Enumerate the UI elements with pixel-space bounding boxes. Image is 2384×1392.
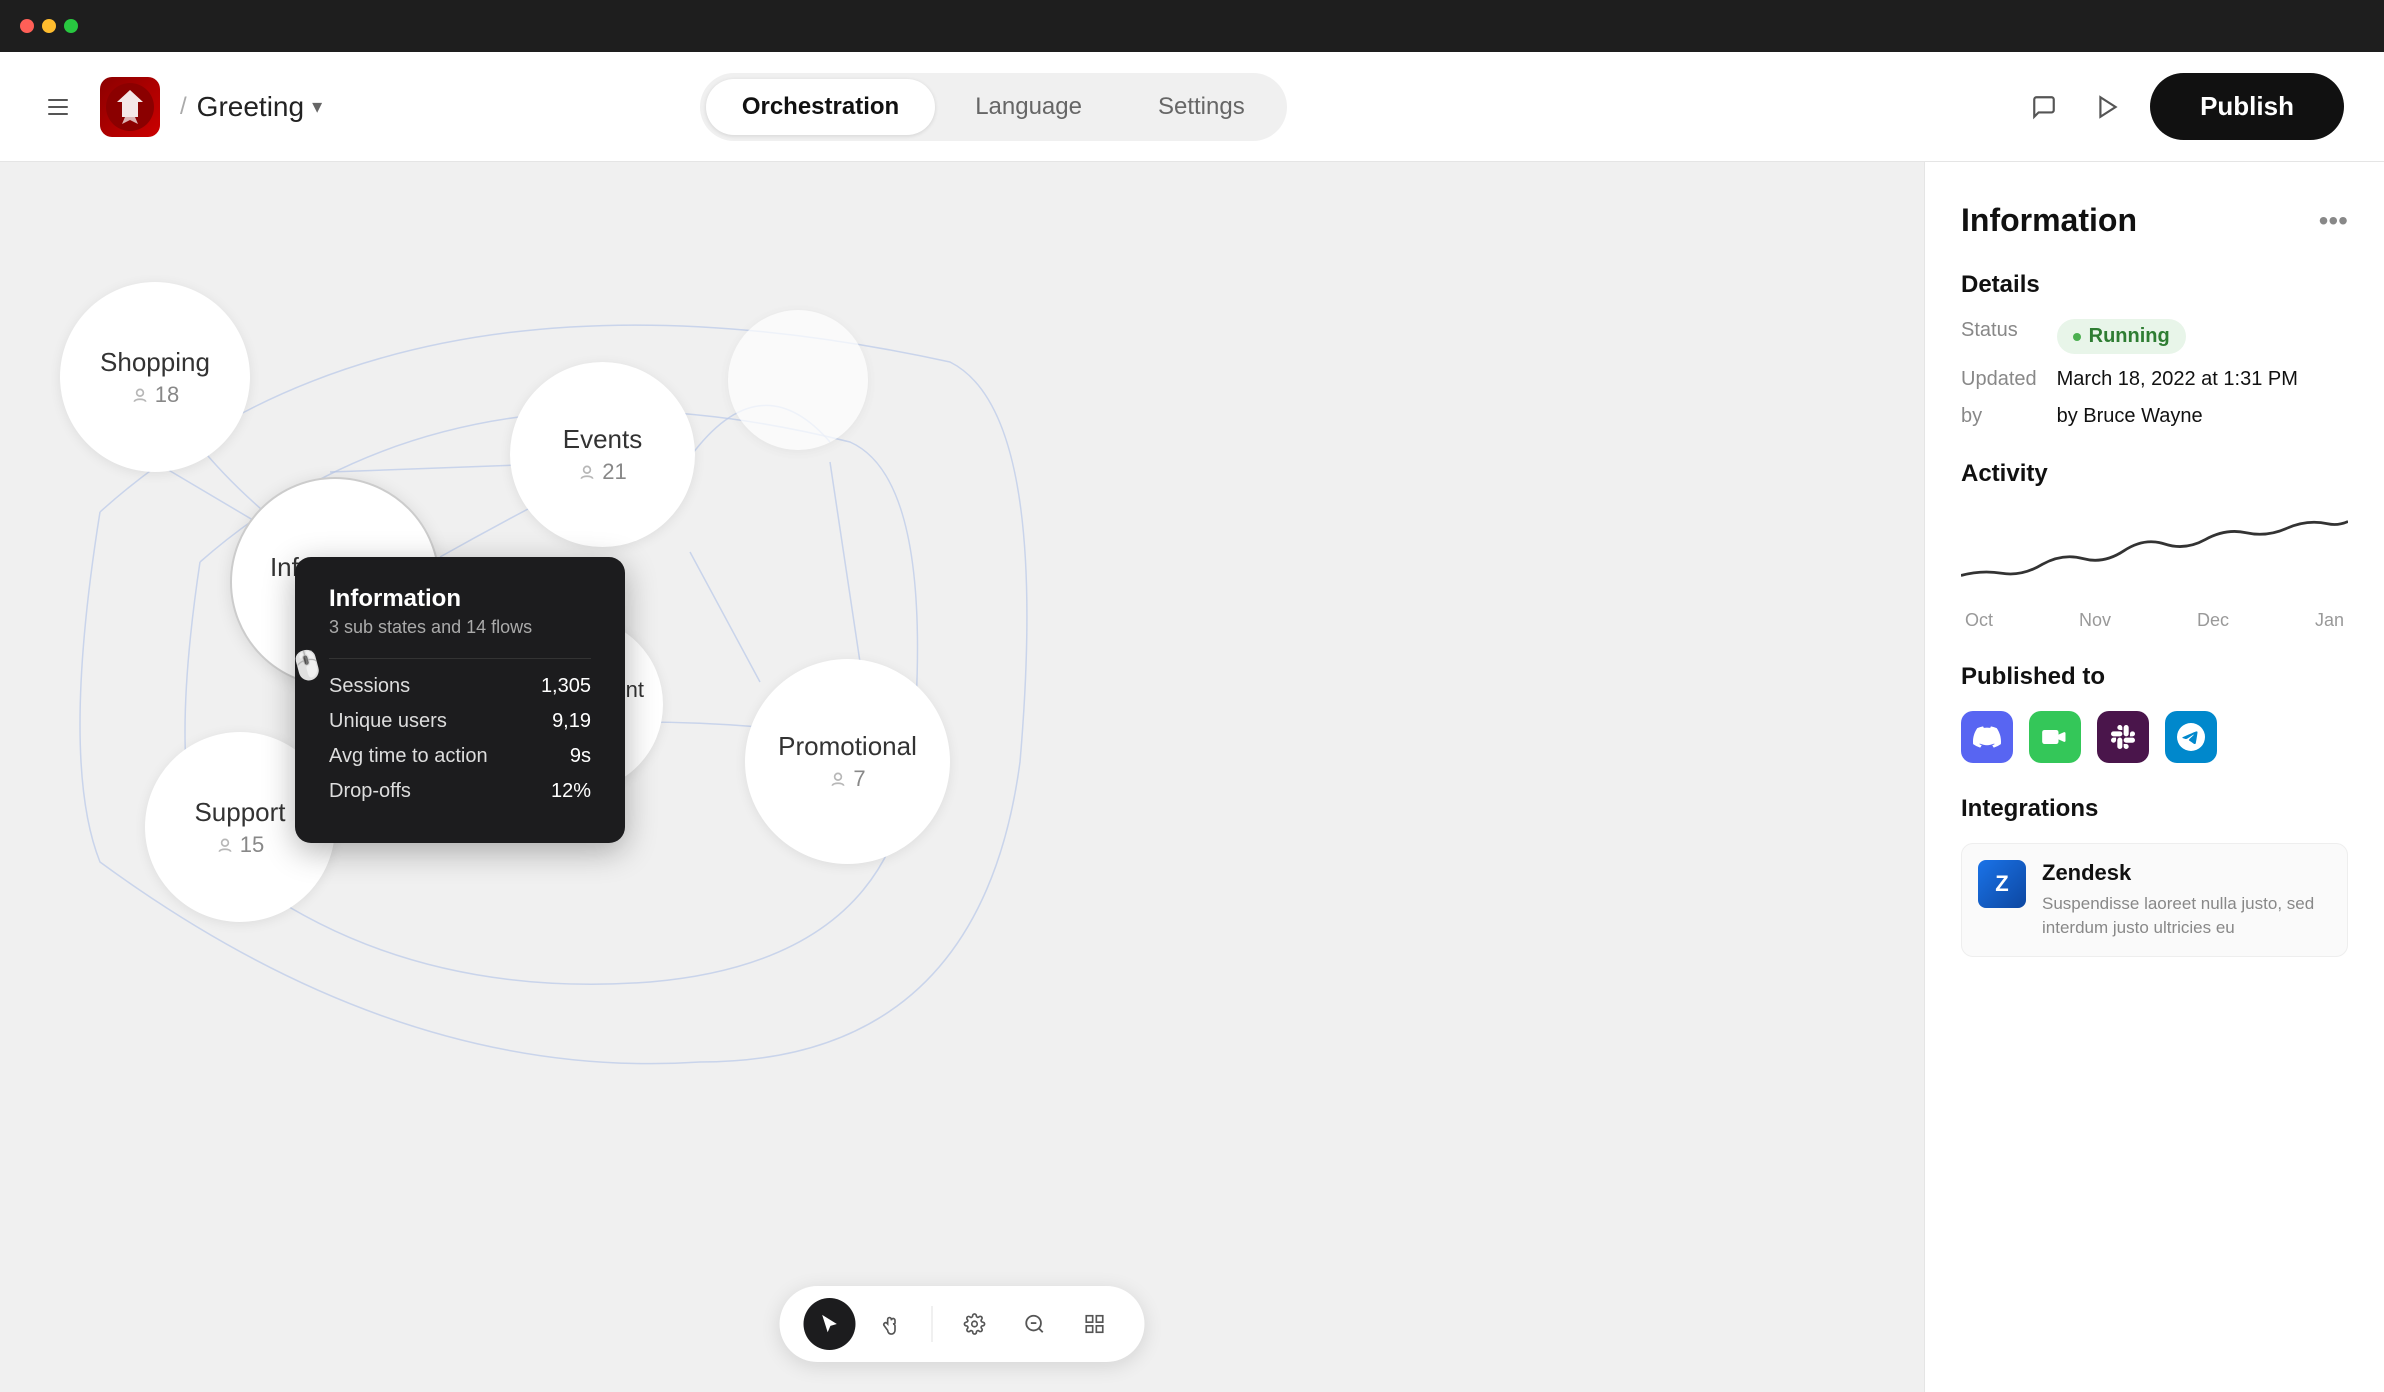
main-content: .conn { fill: none; stroke: #b8c8e8; str… bbox=[0, 162, 2384, 1392]
tooltip-sessions-value: 1,305 bbox=[541, 675, 591, 698]
hand-tool-button[interactable] bbox=[864, 1298, 916, 1350]
integrations-section-title: Integrations bbox=[1961, 795, 2348, 823]
node-support-count: 15 bbox=[216, 832, 264, 858]
status-value: Running bbox=[2057, 319, 2348, 354]
by-value: by Bruce Wayne bbox=[2057, 405, 2348, 428]
telegram-icon[interactable] bbox=[2165, 711, 2217, 763]
status-badge: Running bbox=[2057, 319, 2186, 354]
by-label: by bbox=[1961, 405, 2037, 428]
activity-section-title: Activity bbox=[1961, 460, 2348, 488]
tooltip-avgtime-label: Avg time to action bbox=[329, 745, 488, 768]
tooltip-title: Information bbox=[329, 585, 591, 613]
node-shopping[interactable]: Shopping 18 bbox=[60, 282, 250, 472]
chat-button[interactable] bbox=[2022, 85, 2066, 129]
close-dot[interactable] bbox=[20, 19, 34, 33]
breadcrumb-separator: / bbox=[180, 93, 187, 121]
project-name: Greeting bbox=[197, 91, 304, 123]
chart-labels: Oct Nov Dec Jan bbox=[1961, 610, 2348, 631]
toolbar-divider bbox=[932, 1306, 933, 1342]
node-tooltip: Information 3 sub states and 14 flows Se… bbox=[295, 557, 625, 843]
tab-orchestration[interactable]: Orchestration bbox=[706, 79, 935, 135]
discord-icon[interactable] bbox=[1961, 711, 2013, 763]
chart-label-jan: Jan bbox=[2315, 610, 2344, 631]
activity-section: Activity Oct Nov Dec Jan bbox=[1961, 460, 2348, 631]
tooltip-divider bbox=[329, 658, 591, 659]
window-controls bbox=[20, 19, 78, 33]
node-shopping-count: 18 bbox=[131, 382, 179, 408]
node-promotional-label: Promotional bbox=[778, 731, 917, 762]
node-events[interactable]: Events 21 bbox=[510, 362, 695, 547]
tooltip-row-dropoffs: Drop-offs 12% bbox=[329, 780, 591, 803]
app: / Greeting ▾ Orchestration Language Sett… bbox=[0, 52, 2384, 1392]
hamburger-line bbox=[48, 99, 68, 101]
status-dot bbox=[2073, 333, 2081, 341]
tab-settings[interactable]: Settings bbox=[1122, 79, 1281, 135]
panel-title: Information bbox=[1961, 202, 2137, 239]
updated-label: Updated bbox=[1961, 368, 2037, 391]
chart-label-oct: Oct bbox=[1965, 610, 1993, 631]
chart-label-dec: Dec bbox=[2197, 610, 2229, 631]
breadcrumb-current[interactable]: Greeting ▾ bbox=[197, 91, 322, 123]
node-promotional-count: 7 bbox=[829, 766, 865, 792]
settings-tool-button[interactable] bbox=[949, 1298, 1001, 1350]
node-extra[interactable] bbox=[728, 310, 868, 450]
hamburger-line bbox=[48, 106, 68, 108]
right-panel: Information ••• Details Status Running U… bbox=[1924, 162, 2384, 1392]
bottom-toolbar bbox=[780, 1286, 1145, 1362]
minimize-dot[interactable] bbox=[42, 19, 56, 33]
tooltip-users-label: Unique users bbox=[329, 710, 447, 733]
breadcrumb: / Greeting ▾ bbox=[180, 91, 322, 123]
nav-tabs: Orchestration Language Settings bbox=[700, 73, 1287, 141]
updated-value: March 18, 2022 at 1:31 PM bbox=[2057, 368, 2348, 391]
tooltip-avgtime-value: 9s bbox=[570, 745, 591, 768]
details-grid: Status Running Updated March 18, 2022 at… bbox=[1961, 319, 2348, 428]
titlebar bbox=[0, 0, 2384, 52]
tooltip-users-value: 9,19 bbox=[552, 710, 591, 733]
status-label: Status bbox=[1961, 319, 2037, 354]
tooltip-dropoffs-value: 12% bbox=[551, 780, 591, 803]
maximize-dot[interactable] bbox=[64, 19, 78, 33]
node-promotional[interactable]: Promotional 7 bbox=[745, 659, 950, 864]
details-section-title: Details bbox=[1961, 271, 2348, 299]
chevron-down-icon: ▾ bbox=[312, 94, 322, 119]
canvas[interactable]: .conn { fill: none; stroke: #b8c8e8; str… bbox=[0, 162, 1924, 1392]
header: / Greeting ▾ Orchestration Language Sett… bbox=[0, 52, 2384, 162]
panel-header: Information ••• bbox=[1961, 202, 2348, 239]
published-section-title: Published to bbox=[1961, 663, 2348, 691]
zendesk-logo: Z bbox=[1978, 860, 2026, 908]
tooltip-row-users: Unique users 9,19 bbox=[329, 710, 591, 733]
integration-desc: Suspendisse laoreet nulla justo, sed int… bbox=[2042, 892, 2331, 940]
facetime-icon[interactable] bbox=[2029, 711, 2081, 763]
integrations-section: Integrations Z Zendesk Suspendisse laore… bbox=[1961, 795, 2348, 957]
published-section: Published to bbox=[1961, 663, 2348, 763]
tooltip-row-sessions: Sessions 1,305 bbox=[329, 675, 591, 698]
node-support-label: Support bbox=[194, 797, 285, 828]
app-logo[interactable] bbox=[100, 77, 160, 137]
chart-label-nov: Nov bbox=[2079, 610, 2111, 631]
tooltip-subtitle: 3 sub states and 14 flows bbox=[329, 617, 591, 638]
integration-info: Zendesk Suspendisse laoreet nulla justo,… bbox=[2042, 860, 2331, 940]
publish-button[interactable]: Publish bbox=[2150, 73, 2344, 140]
zendesk-integration[interactable]: Z Zendesk Suspendisse laoreet nulla just… bbox=[1961, 843, 2348, 957]
tab-language[interactable]: Language bbox=[939, 79, 1118, 135]
activity-chart bbox=[1961, 508, 2348, 598]
hamburger-line bbox=[48, 113, 68, 115]
node-events-label: Events bbox=[563, 424, 643, 455]
published-icons bbox=[1961, 711, 2348, 763]
more-options-button[interactable]: ••• bbox=[2319, 205, 2348, 237]
header-actions: Publish bbox=[2022, 73, 2344, 140]
node-events-count: 21 bbox=[578, 459, 626, 485]
cursor-tool-button[interactable] bbox=[804, 1298, 856, 1350]
play-button[interactable] bbox=[2086, 85, 2130, 129]
tooltip-row-avgtime: Avg time to action 9s bbox=[329, 745, 591, 768]
tooltip-sessions-label: Sessions bbox=[329, 675, 410, 698]
slack-icon[interactable] bbox=[2097, 711, 2149, 763]
layout-button[interactable] bbox=[1069, 1298, 1121, 1350]
zoom-out-button[interactable] bbox=[1009, 1298, 1061, 1350]
status-text: Running bbox=[2089, 325, 2170, 348]
tooltip-dropoffs-label: Drop-offs bbox=[329, 780, 411, 803]
integration-name: Zendesk bbox=[2042, 860, 2331, 886]
node-shopping-label: Shopping bbox=[100, 347, 210, 378]
hamburger-button[interactable] bbox=[40, 87, 80, 127]
